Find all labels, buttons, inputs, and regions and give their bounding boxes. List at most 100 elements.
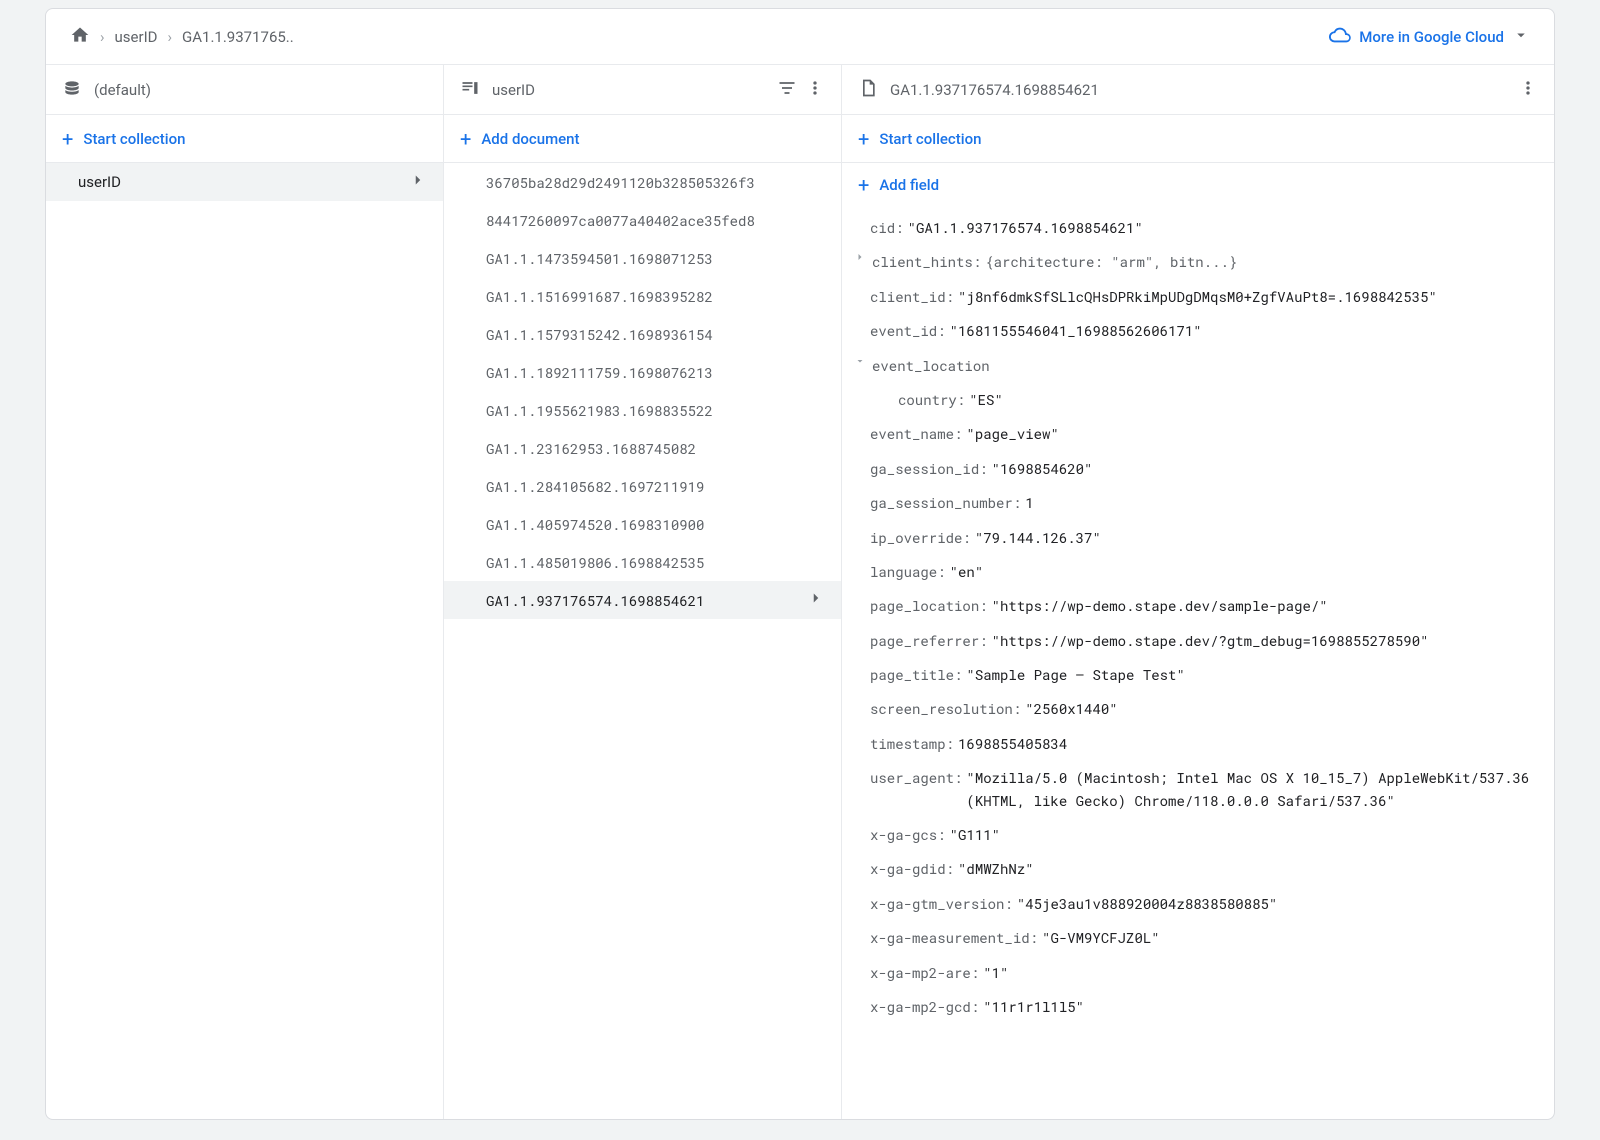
field-row[interactable]: page_title: Sample Page – Stape Test — [842, 658, 1554, 692]
database-title: (default) — [94, 81, 427, 99]
field-key: user_agent: — [870, 767, 962, 789]
field-value: j8nf6dmkSfSLlcQHsDPRkiMpUDgDMqsM0+ZgfVAu… — [958, 286, 1437, 308]
caret-right-icon[interactable] — [852, 251, 868, 263]
field-row[interactable]: page_referrer: https://wp-demo.stape.dev… — [842, 624, 1554, 658]
breadcrumb-item[interactable]: userID — [115, 28, 158, 46]
field-key: cid: — [870, 217, 904, 239]
field-row[interactable]: cid: GA1.1.937176574.1698854621 — [842, 211, 1554, 245]
field-row[interactable]: event_location — [842, 349, 1554, 383]
field-row[interactable]: ga_session_number: 1 — [842, 486, 1554, 520]
document-item-label: GA1.1.1473594501.1698071253 — [486, 249, 713, 268]
chevron-down-icon — [1512, 26, 1530, 48]
field-key: client_id: — [870, 286, 954, 308]
field-value: ES — [969, 389, 1003, 411]
more-vert-icon[interactable] — [1518, 78, 1538, 102]
document-item[interactable]: GA1.1.1579315242.1698936154 — [444, 315, 841, 353]
field-row[interactable]: x-ga-gtm_version: 45je3au1v888920004z883… — [842, 887, 1554, 921]
document-column: GA1.1.937176574.1698854621 + Start colle… — [842, 65, 1554, 1119]
document-item[interactable]: GA1.1.1892111759.1698076213 — [444, 353, 841, 391]
document-item-label: 36705ba28d29d2491120b328505326f3 — [486, 173, 755, 192]
field-row[interactable]: page_location: https://wp-demo.stape.dev… — [842, 589, 1554, 623]
breadcrumb-item[interactable]: GA1.1.9371765.. — [182, 28, 294, 46]
collection-item[interactable]: userID — [46, 163, 443, 201]
field-row[interactable]: x-ga-gcs: G111 — [842, 818, 1554, 852]
field-row[interactable]: ip_override: 79.144.126.37 — [842, 521, 1554, 555]
chevron-right-icon — [409, 171, 427, 193]
field-row[interactable]: user_agent: Mozilla/5.0 (Macintosh; Inte… — [842, 761, 1554, 818]
field-value: 11r1r1l1l5 — [983, 996, 1084, 1018]
document-item[interactable]: 84417260097ca0077a40402ace35fed8 — [444, 201, 841, 239]
database-icon — [62, 78, 82, 102]
more-in-google-cloud-link[interactable]: More in Google Cloud — [1329, 24, 1530, 50]
field-row[interactable]: x-ga-measurement_id: G-VM9YCFJZ0L — [842, 921, 1554, 955]
home-icon[interactable] — [70, 25, 90, 49]
document-item-label: GA1.1.1516991687.1698395282 — [486, 287, 713, 306]
document-item[interactable]: GA1.1.1516991687.1698395282 — [444, 277, 841, 315]
collection-icon — [460, 78, 480, 102]
collection-column-header: userID — [444, 65, 841, 115]
cloud-link-label: More in Google Cloud — [1359, 28, 1504, 46]
field-row[interactable]: x-ga-mp2-are: 1 — [842, 956, 1554, 990]
document-item[interactable]: GA1.1.23162953.1688745082 — [444, 429, 841, 467]
field-value: 45je3au1v888920004z8838580885 — [1017, 893, 1277, 915]
document-item-label: 84417260097ca0077a40402ace35fed8 — [486, 211, 755, 230]
document-item-label: GA1.1.937176574.1698854621 — [486, 591, 704, 610]
field-row[interactable]: event_name: page_view — [842, 417, 1554, 451]
field-value: 79.144.126.37 — [975, 527, 1101, 549]
collection-column: userID + Add document 36705ba28d29d24911… — [444, 65, 842, 1119]
document-item[interactable]: GA1.1.937176574.1698854621 — [444, 581, 841, 619]
cloud-icon — [1329, 24, 1351, 50]
collection-title: userID — [492, 81, 765, 99]
fields-list: cid: GA1.1.937176574.1698854621client_hi… — [842, 207, 1554, 1119]
plus-icon: + — [858, 175, 869, 195]
field-key: ip_override: — [870, 527, 971, 549]
document-item[interactable]: GA1.1.1473594501.1698071253 — [444, 239, 841, 277]
document-item[interactable]: GA1.1.485019806.1698842535 — [444, 543, 841, 581]
filter-icon[interactable] — [777, 78, 797, 102]
field-row[interactable]: ga_session_id: 1698854620 — [842, 452, 1554, 486]
breadcrumb-bar: › userID › GA1.1.9371765.. More in Googl… — [46, 9, 1554, 65]
field-row[interactable]: x-ga-gdid: dMWZhNz — [842, 852, 1554, 886]
document-item[interactable]: GA1.1.284105682.1697211919 — [444, 467, 841, 505]
field-key: language: — [870, 561, 946, 583]
collections-list: userID — [46, 163, 443, 1119]
document-item[interactable]: GA1.1.405974520.1698310900 — [444, 505, 841, 543]
field-key: page_title: — [870, 664, 962, 686]
breadcrumb-separator: › — [100, 28, 105, 46]
data-columns: (default) + Start collection userID user… — [46, 65, 1554, 1119]
field-key: event_id: — [870, 320, 946, 342]
field-row[interactable]: client_hints: {architecture: "arm", bitn… — [842, 245, 1554, 279]
document-item-label: GA1.1.1955621983.1698835522 — [486, 401, 713, 420]
field-key: ga_session_id: — [870, 458, 988, 480]
field-row[interactable]: timestamp: 1698855405834 — [842, 727, 1554, 761]
field-key: ga_session_number: — [870, 492, 1021, 514]
add-field-label: Add field — [879, 176, 939, 194]
start-collection-button[interactable]: + Start collection — [46, 115, 443, 163]
document-item-label: GA1.1.485019806.1698842535 — [486, 553, 704, 572]
plus-icon: + — [858, 129, 869, 149]
document-item-label: GA1.1.23162953.1688745082 — [486, 439, 696, 458]
field-value: https://wp-demo.stape.dev/?gtm_debug=169… — [992, 630, 1429, 652]
field-row[interactable]: client_id: j8nf6dmkSfSLlcQHsDPRkiMpUDgDM… — [842, 280, 1554, 314]
document-item[interactable]: GA1.1.1955621983.1698835522 — [444, 391, 841, 429]
field-row[interactable]: language: en — [842, 555, 1554, 589]
field-row[interactable]: event_id: 1681155546041_16988562606171 — [842, 314, 1554, 348]
more-vert-icon[interactable] — [805, 78, 825, 102]
field-row[interactable]: x-ga-mp2-gcd: 11r1r1l1l5 — [842, 990, 1554, 1024]
field-value: 1681155546041_16988562606171 — [950, 320, 1202, 342]
breadcrumb: › userID › GA1.1.9371765.. — [70, 25, 294, 49]
document-icon — [858, 78, 878, 102]
field-key: screen_resolution: — [870, 698, 1021, 720]
document-item[interactable]: 36705ba28d29d2491120b328505326f3 — [444, 163, 841, 201]
field-row[interactable]: screen_resolution: 2560x1440 — [842, 692, 1554, 726]
plus-icon: + — [62, 129, 73, 149]
field-value: https://wp-demo.stape.dev/sample-page/ — [992, 595, 1328, 617]
start-collection-button[interactable]: + Start collection — [842, 115, 1554, 163]
add-field-button[interactable]: + Add field — [842, 163, 1554, 207]
chevron-right-icon — [807, 589, 825, 611]
documents-list: 36705ba28d29d2491120b328505326f3 84417260… — [444, 163, 841, 1119]
caret-down-icon[interactable] — [852, 355, 868, 367]
field-row[interactable]: country: ES — [842, 383, 1554, 417]
document-item-label: GA1.1.1579315242.1698936154 — [486, 325, 713, 344]
add-document-button[interactable]: + Add document — [444, 115, 841, 163]
